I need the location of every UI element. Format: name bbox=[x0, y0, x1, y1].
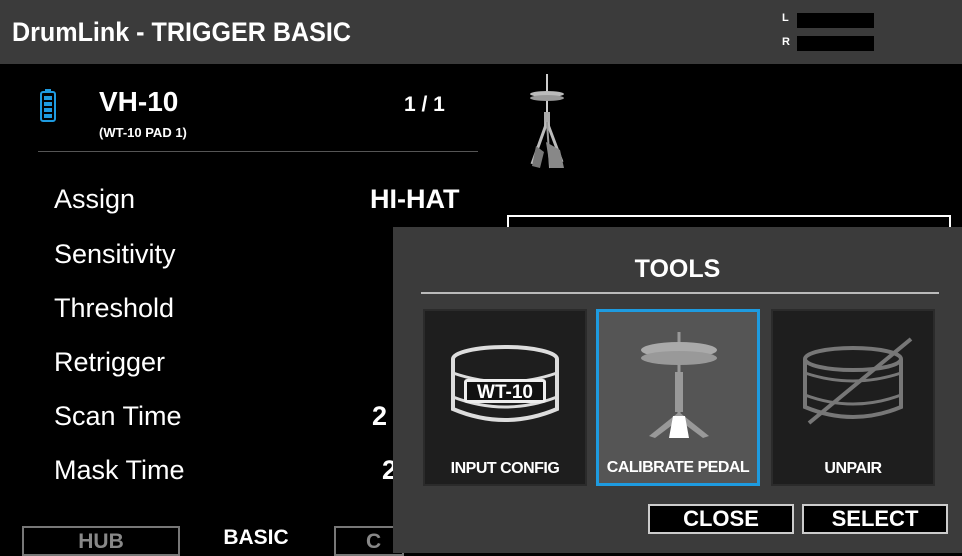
tool-input-config[interactable]: WT-10 INPUT CONFIG bbox=[423, 309, 587, 486]
meter-left-bar bbox=[797, 13, 874, 28]
divider bbox=[38, 151, 478, 152]
param-assign-value[interactable]: HI-HAT bbox=[370, 184, 459, 215]
unpair-drum-icon bbox=[803, 337, 913, 425]
param-assign-label[interactable]: Assign bbox=[54, 184, 135, 215]
param-mask-time-label[interactable]: Mask Time bbox=[54, 455, 185, 486]
device-subtitle: (WT-10 PAD 1) bbox=[99, 125, 187, 140]
tab-hub[interactable]: HUB bbox=[22, 526, 180, 556]
meter-right-label: R bbox=[782, 36, 790, 48]
close-button[interactable]: CLOSE bbox=[648, 504, 794, 534]
title-bar: DrumLink - TRIGGER BASIC L R bbox=[0, 0, 962, 64]
tool-label: UNPAIR bbox=[824, 460, 882, 477]
hi-hat-stand-icon bbox=[530, 74, 564, 169]
graph-frame-top bbox=[507, 215, 951, 217]
tab-basic[interactable]: BASIC bbox=[204, 526, 308, 556]
device-name: VH-10 bbox=[99, 86, 179, 117]
wt10-snare-icon: WT-10 bbox=[451, 345, 559, 422]
tool-label: INPUT CONFIG bbox=[450, 460, 560, 477]
screen-title: DrumLink - TRIGGER BASIC bbox=[12, 17, 351, 47]
tool-badge: WT-10 bbox=[477, 382, 533, 403]
param-threshold-label[interactable]: Threshold bbox=[54, 293, 174, 324]
page-indicator: 1 / 1 bbox=[404, 93, 445, 116]
param-sensitivity-label[interactable]: Sensitivity bbox=[54, 239, 176, 270]
param-scan-time-label[interactable]: Scan Time bbox=[54, 401, 182, 432]
param-retrigger-label[interactable]: Retrigger bbox=[54, 347, 165, 378]
meter-left-label: L bbox=[782, 12, 789, 24]
dialog-title: TOOLS bbox=[634, 255, 721, 283]
battery-icon bbox=[40, 89, 56, 122]
dialog-divider bbox=[421, 292, 939, 294]
tools-dialog: TOOLS WT-10 INPUT CONFIG CALIBRATE PEDAL bbox=[393, 227, 962, 553]
meter-right-bar bbox=[797, 36, 874, 51]
tool-unpair[interactable]: UNPAIR bbox=[771, 309, 935, 486]
select-button[interactable]: SELECT bbox=[802, 504, 948, 534]
param-scan-time-value[interactable]: 2 bbox=[372, 401, 387, 432]
tool-calibrate-pedal[interactable]: CALIBRATE PEDAL bbox=[596, 309, 760, 486]
hi-hat-icon bbox=[641, 332, 717, 438]
tool-label: CALIBRATE PEDAL bbox=[606, 459, 750, 476]
